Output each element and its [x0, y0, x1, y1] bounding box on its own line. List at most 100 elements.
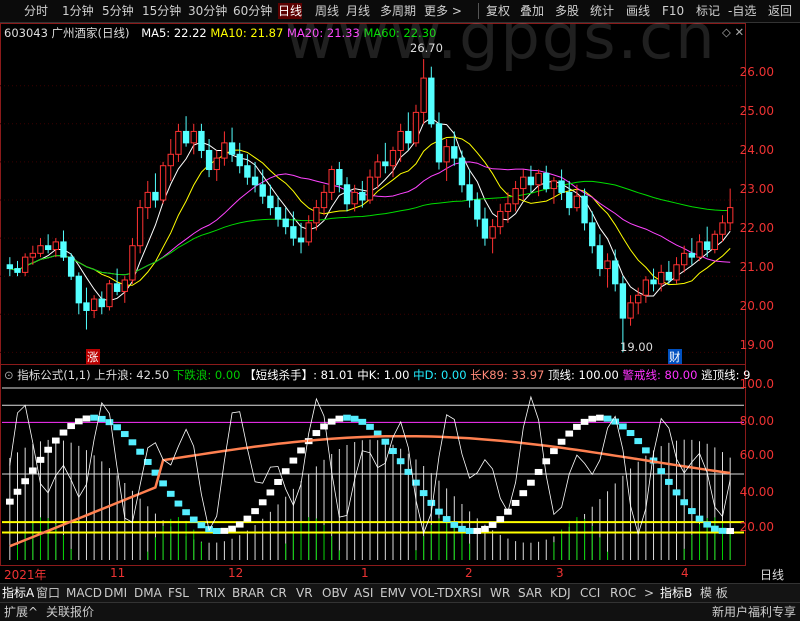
related-quotes-button[interactable]: 关联报价 [46, 604, 94, 620]
candle-body [182, 130, 190, 144]
candle-body [420, 77, 427, 113]
indicator-tick: 80.00 [739, 414, 774, 428]
candle-body [37, 245, 44, 254]
candle-body [673, 264, 680, 281]
candle-body [106, 283, 113, 308]
candle-body [259, 184, 266, 197]
candle-body [405, 130, 412, 144]
indicator-tab[interactable]: ASI [354, 585, 373, 601]
rise-tag[interactable]: 涨 [86, 349, 100, 365]
indicator-tab[interactable]: 模 板 [700, 585, 728, 601]
candle-body [297, 237, 305, 243]
candle-body [359, 191, 366, 201]
candle-body [313, 207, 320, 224]
indicator-tab[interactable]: CR [270, 585, 287, 601]
candle-body [21, 256, 29, 273]
indicator-tab[interactable]: FSL [168, 585, 189, 601]
indicator-tab[interactable]: > [644, 585, 654, 601]
indicator-tab[interactable]: EMV [380, 585, 406, 601]
indicator-panel[interactable] [0, 364, 746, 566]
x-axis-month-4: 4 [681, 566, 689, 580]
candle-body [159, 165, 167, 201]
indicator-tab[interactable]: WR [490, 585, 510, 601]
candle-body [642, 279, 650, 296]
status-bar: 扩展^ 关联报价 新用户福利专享 [0, 602, 800, 621]
candle-body [75, 275, 82, 304]
candle-body [389, 149, 397, 167]
indicator-tick: 40.00 [739, 485, 774, 499]
candle-body [213, 157, 220, 171]
price-tick: 20.00 [739, 299, 774, 313]
candle-body [274, 207, 282, 220]
candle-body [397, 130, 404, 151]
finance-tag[interactable]: 财 [668, 349, 682, 365]
indicator-tab[interactable]: 指标B [660, 585, 692, 601]
ma5-line [9, 117, 731, 302]
candle-body [581, 195, 588, 224]
candle-body [336, 169, 343, 186]
candle-body [504, 203, 512, 212]
price-tick: 19.00 [739, 338, 774, 352]
indicator-tab[interactable]: 指标A [2, 585, 34, 601]
indicator-tab[interactable]: BRAR [232, 585, 265, 601]
indicator-tab[interactable]: VR [296, 585, 313, 601]
indicator-tab[interactable]: VOL-TDX [410, 585, 462, 601]
indicator-tab[interactable]: KDJ [550, 585, 571, 601]
high-price-label: 26.70 [410, 41, 443, 55]
x-axis-year: 2021年 [4, 568, 47, 582]
indicator-tab[interactable]: TRIX [198, 585, 225, 601]
candle-body [596, 245, 604, 270]
candle-body [466, 184, 473, 201]
indicator-tab[interactable]: CCI [580, 585, 600, 601]
candle-body [703, 241, 711, 251]
short-killer-value: 【短线杀手】: 81.01 [244, 368, 354, 382]
watermark: www.gpgs.cn [285, 0, 717, 73]
candle-body [236, 153, 243, 167]
mid-k-value: 中K: 1.00 [357, 368, 410, 382]
candle-body [328, 169, 335, 193]
candle-body [726, 207, 734, 224]
mid-d-value: 中D: 0.00 [413, 368, 467, 382]
indicator-tab[interactable]: OBV [322, 585, 348, 601]
indicator-tick: 100.0 [739, 377, 774, 391]
candle-body [305, 222, 312, 243]
candle-body [374, 161, 381, 178]
candle-body [566, 191, 573, 209]
price-tick: 24.00 [739, 143, 774, 157]
candle-body [343, 184, 351, 205]
candle-body [604, 260, 611, 270]
indicator-tab[interactable]: ROC [610, 585, 636, 601]
x-axis-month-11: 11 [110, 566, 126, 580]
indicator-tab[interactable]: MACD [66, 585, 102, 601]
ma10-line [9, 136, 731, 286]
candle-body [228, 142, 236, 155]
indicator-toggle-icon[interactable]: ⊙ [4, 368, 14, 382]
candle-body [711, 233, 719, 251]
new-user-benefit-link[interactable]: 新用户福利专享 [712, 604, 796, 620]
candle-body [635, 294, 642, 304]
candle-body [543, 172, 550, 190]
indicator-tab[interactable]: RSI [462, 585, 482, 601]
indicator-tab[interactable]: DMI [104, 585, 127, 601]
expand-button[interactable]: 扩展^ [4, 604, 38, 620]
candle-body [619, 283, 627, 319]
indicator-tab[interactable]: SAR [518, 585, 542, 601]
candle-body [681, 252, 688, 266]
indicator-tab[interactable]: DMA [134, 585, 162, 601]
candle-body [129, 245, 136, 281]
low-price-label: 19.00 [620, 340, 653, 354]
candle-body [175, 130, 182, 155]
x-axis-month-12: 12 [228, 566, 244, 580]
candle-body [221, 142, 228, 159]
price-tick: 25.00 [739, 104, 774, 118]
candle-body [527, 176, 535, 186]
top-line-value: 顶线: 100.00 [548, 368, 619, 382]
price-tick: 26.00 [739, 65, 774, 79]
candle-body [67, 256, 75, 277]
rising-wave-value: 上升浪: 42.50 [94, 368, 170, 382]
candle-body [443, 146, 450, 163]
candle-body [535, 172, 542, 186]
indicator-info-line: ⊙ 指标公式(1,1) 上升浪: 42.50 下跌浪: 0.00 【短线杀手】:… [4, 367, 750, 383]
indicator-tab[interactable]: 窗口 [36, 585, 60, 601]
candle-body [520, 176, 527, 190]
